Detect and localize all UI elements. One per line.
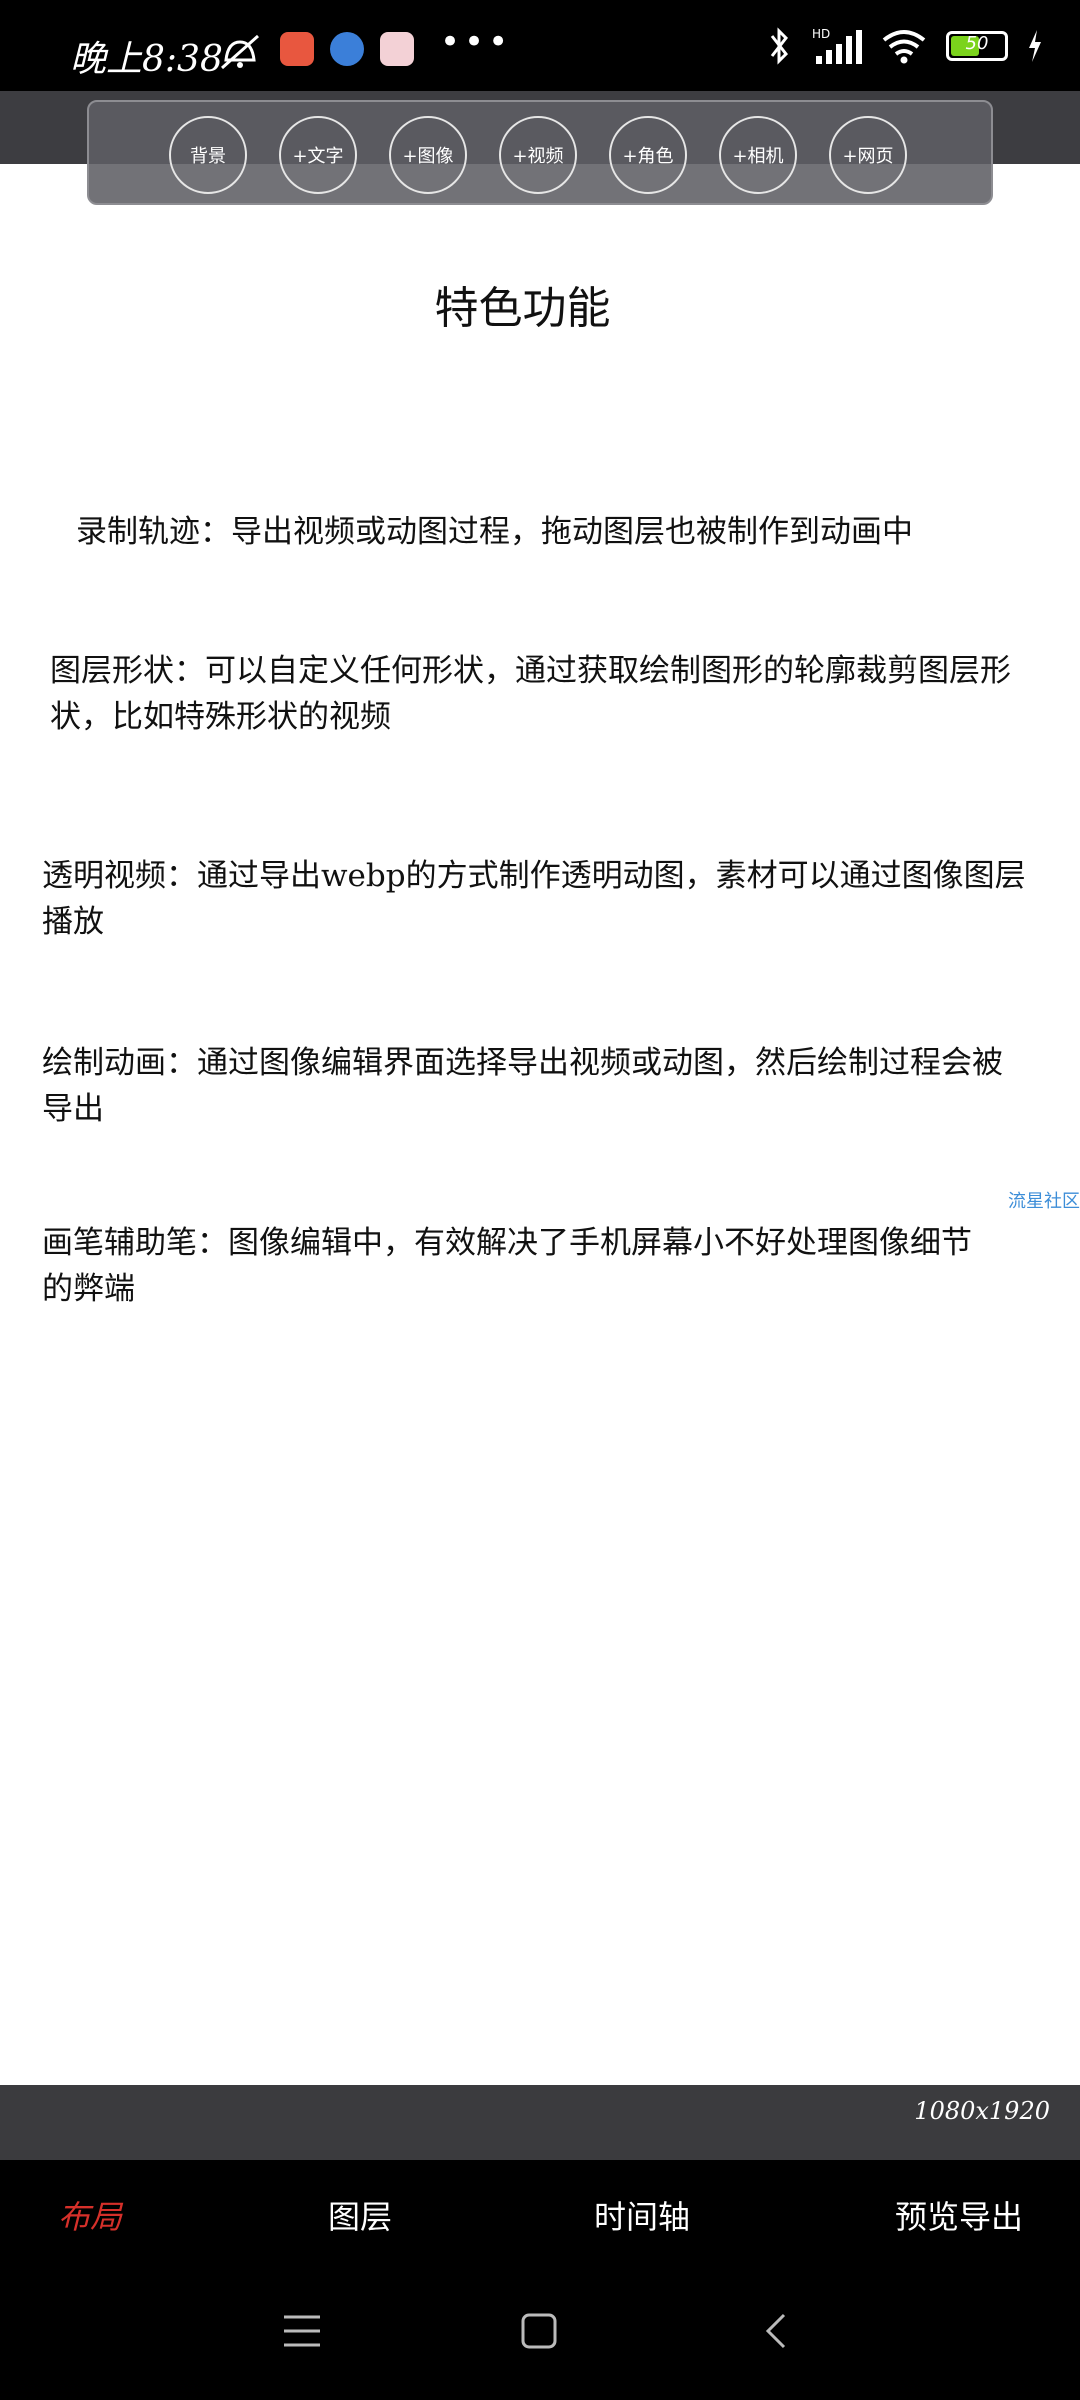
bluetooth-icon — [770, 27, 788, 65]
add-camera-button[interactable]: +相机 — [719, 116, 797, 194]
tab-preview-export[interactable]: 预览导出 — [895, 2192, 1023, 2238]
status-time: 晚上8:38 — [70, 39, 223, 80]
game-notification-icon — [380, 32, 414, 66]
bottom-tab-bar: 布局 图层 时间轴 预览导出 — [0, 2160, 1080, 2265]
system-navigation-bar — [0, 2265, 1080, 2400]
charging-icon — [1029, 30, 1041, 62]
feature-brush-assist[interactable]: 画笔辅助笔：图像编辑中，有效解决了手机屏幕小不好处理图像细节的弊端 — [42, 1220, 1002, 1312]
menu-icon[interactable] — [282, 2313, 322, 2349]
more-notifications-icon: ••• — [440, 22, 513, 62]
svg-text:HD: HD — [812, 27, 830, 41]
watermark-text: 流星社区 — [1008, 1191, 1080, 1212]
canvas-info-bar: 1080x1920 — [0, 2085, 1080, 2160]
feature-layer-shape[interactable]: 图层形状：可以自定义任何形状，通过获取绘制图形的轮廓裁剪图层形状，比如特殊形状的… — [50, 648, 1040, 740]
add-character-button[interactable]: +角色 — [609, 116, 687, 194]
back-icon[interactable] — [762, 2311, 790, 2351]
app-notification-icon — [280, 32, 314, 66]
battery-icon: 50 — [946, 31, 1008, 61]
feature-record-track[interactable]: 录制轨迹：导出视频或动图过程，拖动图层也被制作到动画中 — [76, 509, 1036, 555]
status-bar: 晚上8:38 ••• HD 50 — [0, 0, 1080, 91]
feature-transparent-video[interactable]: 透明视频：通过导出webp的方式制作透明动图，素材可以通过图像图层播放 — [42, 853, 1032, 945]
feature-draw-animation[interactable]: 绘制动画：通过图像编辑界面选择导出视频或动图，然后绘制过程会被导出 — [42, 1040, 1022, 1132]
add-video-button[interactable]: +视频 — [499, 116, 577, 194]
alarm-off-icon — [221, 34, 259, 70]
add-image-button[interactable]: +图像 — [389, 116, 467, 194]
tab-layout[interactable]: 布局 — [58, 2192, 122, 2238]
add-text-button[interactable]: +文字 — [279, 116, 357, 194]
browser-notification-icon — [330, 32, 364, 66]
home-icon[interactable] — [520, 2311, 558, 2351]
background-button[interactable]: 背景 — [169, 116, 247, 194]
add-layer-toolbar: 背景 +文字 +图像 +视频 +角色 +相机 +网页 — [87, 100, 993, 205]
tab-layers[interactable]: 图层 — [328, 2192, 392, 2238]
add-webpage-button[interactable]: +网页 — [829, 116, 907, 194]
signal-icon: HD — [812, 27, 862, 64]
tab-timeline[interactable]: 时间轴 — [594, 2192, 690, 2238]
feature-title[interactable]: 特色功能 — [0, 272, 1045, 336]
canvas-resolution: 1080x1920 — [914, 2097, 1050, 2125]
wifi-icon — [882, 30, 926, 64]
